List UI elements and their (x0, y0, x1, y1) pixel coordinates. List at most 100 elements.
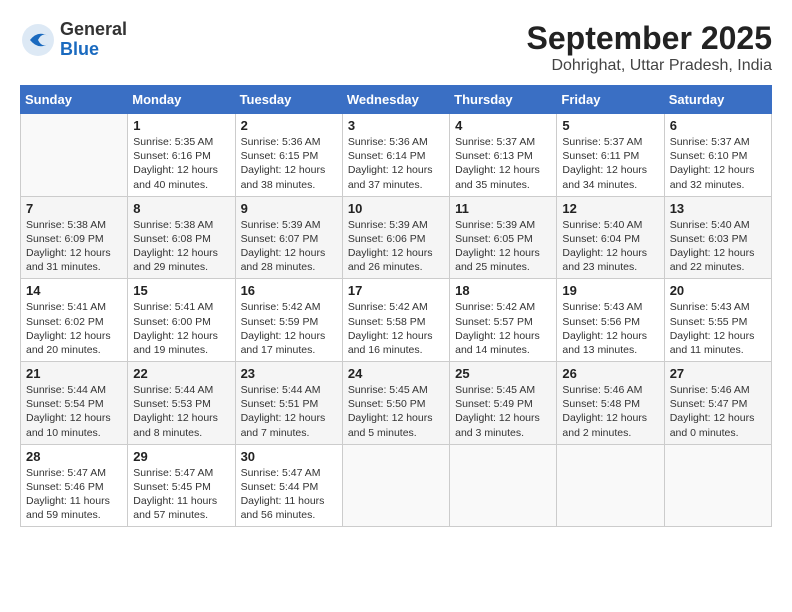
day-number: 25 (455, 366, 551, 381)
calendar-cell: 15Sunrise: 5:41 AM Sunset: 6:00 PM Dayli… (128, 279, 235, 362)
title-section: September 2025 Dohrighat, Uttar Pradesh,… (527, 20, 772, 75)
day-info: Sunrise: 5:36 AM Sunset: 6:15 PM Dayligh… (241, 135, 337, 192)
logo: General Blue (20, 20, 127, 60)
day-number: 15 (133, 283, 229, 298)
day-number: 2 (241, 118, 337, 133)
calendar-cell: 1Sunrise: 5:35 AM Sunset: 6:16 PM Daylig… (128, 114, 235, 197)
calendar-header-saturday: Saturday (664, 86, 771, 114)
day-info: Sunrise: 5:37 AM Sunset: 6:11 PM Dayligh… (562, 135, 658, 192)
calendar-week-row: 14 Sunrise: 5:41 AM Sunset: 6:02 PM Dayli… (21, 279, 772, 362)
calendar-header-thursday: Thursday (450, 86, 557, 114)
day-info: Sunrise: 5:38 AM Sunset: 6:09 PM Dayligh… (26, 218, 122, 275)
day-info: Sunrise: 5:38 AM Sunset: 6:08 PM Dayligh… (133, 218, 229, 275)
day-number: 6 (670, 118, 766, 133)
day-number: 18 (455, 283, 551, 298)
calendar-cell: 29Sunrise: 5:47 AM Sunset: 5:45 PM Dayli… (128, 444, 235, 527)
page-header: General Blue September 2025 Dohrighat, U… (20, 20, 772, 75)
day-number: 5 (562, 118, 658, 133)
day-number: 24 (348, 366, 444, 381)
calendar-cell: 21 Sunrise: 5:44 AM Sunset: 5:54 PM Dayli… (21, 362, 128, 445)
location-subtitle: Dohrighat, Uttar Pradesh, India (527, 57, 772, 75)
day-number: 16 (241, 283, 337, 298)
calendar-header-friday: Friday (557, 86, 664, 114)
day-info: Sunrise: 5:45 AM Sunset: 5:49 PM Dayligh… (455, 383, 551, 440)
calendar-cell: 23 Sunrise: 5:44 AM Sunset: 5:51 PM Dayli… (235, 362, 342, 445)
calendar-cell (664, 444, 771, 527)
day-info: Sunrise: 5:41 AM Sunset: 6:02 PM Dayligh… (26, 300, 122, 357)
day-info: Sunrise: 5:39 AM Sunset: 6:07 PM Dayligh… (241, 218, 337, 275)
calendar-cell: 30 Sunrise: 5:47 AM Sunset: 5:44 PM Dayli… (235, 444, 342, 527)
day-info: Sunrise: 5:44 AM Sunset: 5:51 PM Dayligh… (241, 383, 337, 440)
day-number: 28 (26, 449, 122, 464)
day-number: 19 (562, 283, 658, 298)
day-number: 22 (133, 366, 229, 381)
calendar-week-row: 21 Sunrise: 5:44 AM Sunset: 5:54 PM Dayli… (21, 362, 772, 445)
day-info: Sunrise: 5:42 AM Sunset: 5:58 PM Dayligh… (348, 300, 444, 357)
day-number: 1 (133, 118, 229, 133)
day-info: Sunrise: 5:40 AM Sunset: 6:03 PM Dayligh… (670, 218, 766, 275)
day-info: Sunrise: 5:39 AM Sunset: 6:05 PM Dayligh… (455, 218, 551, 275)
day-number: 30 (241, 449, 337, 464)
calendar-cell: 16 Sunrise: 5:42 AM Sunset: 5:59 PM Dayli… (235, 279, 342, 362)
calendar-cell: 18 Sunrise: 5:42 AM Sunset: 5:57 PM Dayli… (450, 279, 557, 362)
calendar-cell: 20 Sunrise: 5:43 AM Sunset: 5:55 PM Dayli… (664, 279, 771, 362)
day-info: Sunrise: 5:42 AM Sunset: 5:57 PM Dayligh… (455, 300, 551, 357)
day-number: 8 (133, 201, 229, 216)
calendar-header-sunday: Sunday (21, 86, 128, 114)
calendar-cell: 11Sunrise: 5:39 AM Sunset: 6:05 PM Dayli… (450, 196, 557, 279)
calendar-cell: 5 Sunrise: 5:37 AM Sunset: 6:11 PM Daylig… (557, 114, 664, 197)
day-info: Sunrise: 5:45 AM Sunset: 5:50 PM Dayligh… (348, 383, 444, 440)
day-number: 14 (26, 283, 122, 298)
calendar-week-row: 7Sunrise: 5:38 AM Sunset: 6:09 PM Daylig… (21, 196, 772, 279)
day-info: Sunrise: 5:46 AM Sunset: 5:48 PM Dayligh… (562, 383, 658, 440)
calendar-cell: 7Sunrise: 5:38 AM Sunset: 6:09 PM Daylig… (21, 196, 128, 279)
calendar-week-row: 1Sunrise: 5:35 AM Sunset: 6:16 PM Daylig… (21, 114, 772, 197)
calendar-cell: 17 Sunrise: 5:42 AM Sunset: 5:58 PM Dayli… (342, 279, 449, 362)
month-title: September 2025 (527, 20, 772, 57)
day-number: 21 (26, 366, 122, 381)
day-info: Sunrise: 5:42 AM Sunset: 5:59 PM Dayligh… (241, 300, 337, 357)
day-info: Sunrise: 5:43 AM Sunset: 5:56 PM Dayligh… (562, 300, 658, 357)
day-number: 17 (348, 283, 444, 298)
day-number: 10 (348, 201, 444, 216)
day-info: Sunrise: 5:37 AM Sunset: 6:13 PM Dayligh… (455, 135, 551, 192)
day-number: 26 (562, 366, 658, 381)
calendar-header-row: SundayMondayTuesdayWednesdayThursdayFrid… (21, 86, 772, 114)
day-number: 3 (348, 118, 444, 133)
day-info: Sunrise: 5:47 AM Sunset: 5:44 PM Dayligh… (241, 466, 337, 523)
day-number: 23 (241, 366, 337, 381)
calendar-cell: 9 Sunrise: 5:39 AM Sunset: 6:07 PM Daylig… (235, 196, 342, 279)
day-number: 4 (455, 118, 551, 133)
logo-text: General Blue (60, 20, 127, 60)
calendar-cell: 14 Sunrise: 5:41 AM Sunset: 6:02 PM Dayli… (21, 279, 128, 362)
calendar-table: SundayMondayTuesdayWednesdayThursdayFrid… (20, 85, 772, 527)
day-info: Sunrise: 5:40 AM Sunset: 6:04 PM Dayligh… (562, 218, 658, 275)
calendar-cell: 4 Sunrise: 5:37 AM Sunset: 6:13 PM Daylig… (450, 114, 557, 197)
calendar-cell (342, 444, 449, 527)
day-number: 12 (562, 201, 658, 216)
calendar-cell: 24 Sunrise: 5:45 AM Sunset: 5:50 PM Dayli… (342, 362, 449, 445)
calendar-cell (450, 444, 557, 527)
calendar-cell: 6 Sunrise: 5:37 AM Sunset: 6:10 PM Daylig… (664, 114, 771, 197)
day-number: 9 (241, 201, 337, 216)
calendar-cell: 13 Sunrise: 5:40 AM Sunset: 6:03 PM Dayli… (664, 196, 771, 279)
day-info: Sunrise: 5:43 AM Sunset: 5:55 PM Dayligh… (670, 300, 766, 357)
calendar-cell: 3 Sunrise: 5:36 AM Sunset: 6:14 PM Daylig… (342, 114, 449, 197)
calendar-header-monday: Monday (128, 86, 235, 114)
day-number: 13 (670, 201, 766, 216)
day-info: Sunrise: 5:44 AM Sunset: 5:54 PM Dayligh… (26, 383, 122, 440)
day-info: Sunrise: 5:46 AM Sunset: 5:47 PM Dayligh… (670, 383, 766, 440)
logo-icon (20, 22, 56, 58)
calendar-cell: 10Sunrise: 5:39 AM Sunset: 6:06 PM Dayli… (342, 196, 449, 279)
day-info: Sunrise: 5:44 AM Sunset: 5:53 PM Dayligh… (133, 383, 229, 440)
day-info: Sunrise: 5:47 AM Sunset: 5:46 PM Dayligh… (26, 466, 122, 523)
day-info: Sunrise: 5:37 AM Sunset: 6:10 PM Dayligh… (670, 135, 766, 192)
calendar-header-wednesday: Wednesday (342, 86, 449, 114)
calendar-cell: 2 Sunrise: 5:36 AM Sunset: 6:15 PM Daylig… (235, 114, 342, 197)
day-info: Sunrise: 5:36 AM Sunset: 6:14 PM Dayligh… (348, 135, 444, 192)
calendar-week-row: 28 Sunrise: 5:47 AM Sunset: 5:46 PM Dayli… (21, 444, 772, 527)
calendar-cell: 26 Sunrise: 5:46 AM Sunset: 5:48 PM Dayli… (557, 362, 664, 445)
calendar-cell: 25 Sunrise: 5:45 AM Sunset: 5:49 PM Dayli… (450, 362, 557, 445)
calendar-cell: 27Sunrise: 5:46 AM Sunset: 5:47 PM Dayli… (664, 362, 771, 445)
day-number: 20 (670, 283, 766, 298)
